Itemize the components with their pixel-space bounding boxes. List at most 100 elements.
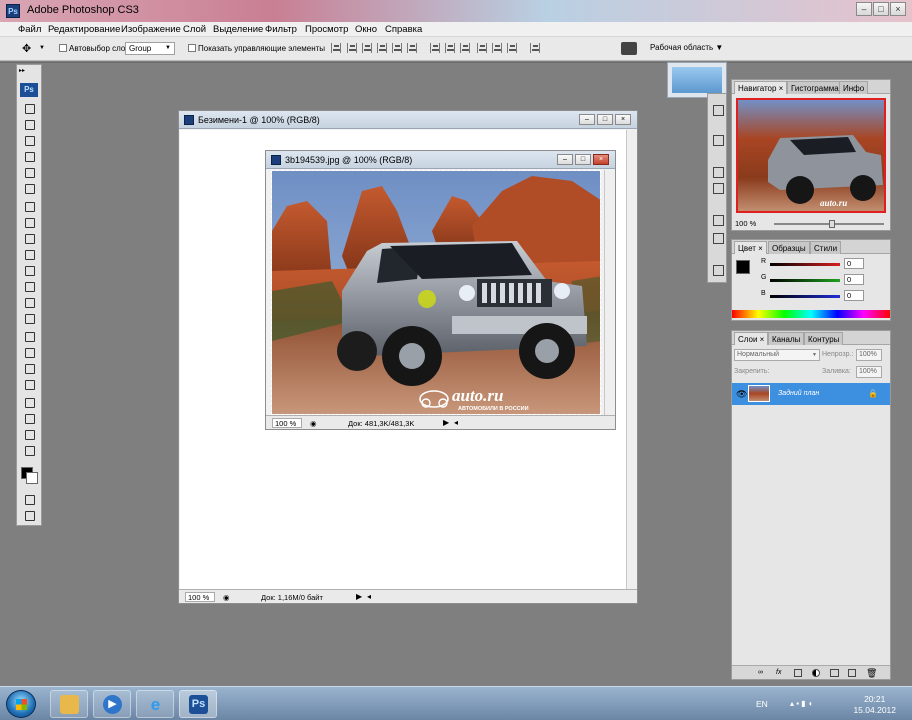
eyedropper-tool-icon[interactable] xyxy=(23,412,35,424)
navigator-zoom[interactable]: 100 % xyxy=(735,219,756,228)
clone-stamp-tool-icon[interactable] xyxy=(23,232,35,244)
move-tool-icon[interactable] xyxy=(23,102,35,114)
status-menu-arrow-icon[interactable]: ▶ xyxy=(443,418,449,427)
photoshop-app-icon[interactable]: Ps xyxy=(6,4,20,18)
menu-filter[interactable]: Фильтр xyxy=(265,24,297,35)
vertical-scrollbar[interactable] xyxy=(626,130,636,590)
document-title-bar[interactable]: Безимени-1 @ 100% (RGB/8) – □ × xyxy=(179,111,637,129)
navigator-slider-thumb[interactable] xyxy=(829,220,835,228)
menu-image[interactable]: Изображение xyxy=(121,24,181,35)
tab-info[interactable]: Инфо xyxy=(839,81,869,94)
opacity-field[interactable]: 100% xyxy=(856,349,882,361)
doc-maximize-button[interactable]: □ xyxy=(575,154,591,165)
clone-source-icon[interactable] xyxy=(712,166,724,178)
distribute-right-icon[interactable] xyxy=(507,43,517,53)
status-menu-arrow-icon[interactable]: ▶ xyxy=(356,592,362,601)
align-left-icon[interactable] xyxy=(377,43,387,53)
align-bottom-icon[interactable] xyxy=(362,43,372,53)
menu-help[interactable]: Справка xyxy=(385,24,422,35)
vertical-scrollbar[interactable] xyxy=(604,170,614,415)
navigator-preview[interactable]: auto.ru xyxy=(736,98,886,213)
hand-tool-icon[interactable] xyxy=(23,428,35,440)
menu-file[interactable]: Файл xyxy=(18,24,41,35)
auto-select-checkbox[interactable] xyxy=(59,44,67,52)
close-button[interactable]: × xyxy=(890,2,906,16)
tab-navigator[interactable]: Навигатор × xyxy=(734,81,788,94)
zoom-tool-icon[interactable] xyxy=(23,444,35,456)
taskbar-internet-explorer[interactable]: e xyxy=(136,690,174,718)
menu-layer[interactable]: Слой xyxy=(183,24,206,35)
healing-brush-tool-icon[interactable] xyxy=(23,200,35,212)
screen-mode-icon[interactable] xyxy=(23,509,35,521)
menu-select[interactable]: Выделение xyxy=(213,24,263,35)
zoom-field[interactable]: 100 % xyxy=(185,592,215,602)
document-title-bar[interactable]: 3b194539.jpg @ 100% (RGB/8) – □ × xyxy=(266,151,615,169)
auto-select-dropdown[interactable]: Group ▼ xyxy=(125,42,175,55)
delete-layer-icon[interactable]: 🗑 xyxy=(866,668,877,679)
distribute-bottom-icon[interactable] xyxy=(460,43,470,53)
fill-field[interactable]: 100% xyxy=(856,366,882,378)
quick-mask-icon[interactable] xyxy=(23,493,35,505)
distribute-left-icon[interactable] xyxy=(477,43,487,53)
link-layers-icon[interactable]: ∞ xyxy=(758,669,763,676)
doc-maximize-button[interactable]: □ xyxy=(597,114,613,125)
move-tool-icon[interactable]: ✥ xyxy=(22,42,38,56)
menu-window[interactable]: Окно xyxy=(355,24,377,35)
layer-mask-icon[interactable] xyxy=(794,669,802,677)
system-clock[interactable]: 20:21 15.04.2012 xyxy=(853,694,896,716)
lasso-tool-icon[interactable] xyxy=(23,134,35,146)
notes-tool-icon[interactable] xyxy=(23,396,35,408)
adjustment-layer-icon[interactable] xyxy=(812,669,820,677)
scroll-left-icon[interactable]: ◂ xyxy=(454,418,458,427)
start-button[interactable] xyxy=(6,690,36,718)
background-color-swatch[interactable] xyxy=(26,472,38,484)
menu-view[interactable]: Просмотр xyxy=(305,24,348,35)
layer-row-background[interactable]: 👁 Задний план 🔒 xyxy=(732,383,890,405)
menu-edit[interactable]: Редактирование xyxy=(48,24,120,35)
channel-r-slider[interactable] xyxy=(770,263,840,266)
align-hcenter-icon[interactable] xyxy=(392,43,402,53)
layer-name[interactable]: Задний план xyxy=(778,390,819,397)
pen-tool-icon[interactable] xyxy=(23,330,35,342)
workspace-menu[interactable]: Рабочая область ▼ xyxy=(650,43,723,52)
bridge-icon[interactable] xyxy=(621,42,637,55)
channel-g-slider[interactable] xyxy=(770,279,840,282)
actions-palette-icon[interactable] xyxy=(712,104,724,116)
brushes-palette-icon[interactable] xyxy=(712,182,724,194)
shape-tool-icon[interactable] xyxy=(23,378,35,390)
document-window-photo[interactable]: 3b194539.jpg @ 100% (RGB/8) – □ × auto.r… xyxy=(265,150,616,430)
crop-tool-icon[interactable] xyxy=(23,166,35,178)
magic-wand-tool-icon[interactable] xyxy=(23,150,35,162)
dodge-tool-icon[interactable] xyxy=(23,312,35,324)
tool-preset-chevron-icon[interactable]: ▼ xyxy=(39,45,45,51)
photo-canvas[interactable]: auto.ru АВТОМОБИЛИ В РОССИИ xyxy=(271,170,601,415)
distribute-top-icon[interactable] xyxy=(430,43,440,53)
marquee-tool-icon[interactable] xyxy=(23,118,35,130)
navigator-zoom-slider[interactable] xyxy=(774,220,884,228)
tab-styles[interactable]: Стили xyxy=(810,241,842,254)
maximize-button[interactable]: □ xyxy=(873,2,889,16)
distribute-vcenter-icon[interactable] xyxy=(445,43,455,53)
doc-minimize-button[interactable]: – xyxy=(579,114,595,125)
type-tool-icon[interactable] xyxy=(23,346,35,358)
taskbar-photoshop[interactable]: Ps xyxy=(179,690,217,718)
language-indicator[interactable]: EN xyxy=(756,699,768,709)
align-right-icon[interactable] xyxy=(407,43,417,53)
align-vcenter-icon[interactable] xyxy=(347,43,357,53)
color-spectrum-bar[interactable] xyxy=(732,310,890,318)
doc-close-button[interactable]: × xyxy=(593,154,609,165)
tab-paths[interactable]: Контуры xyxy=(804,332,844,345)
distribute-hcenter-icon[interactable] xyxy=(492,43,502,53)
gradient-tool-icon[interactable] xyxy=(23,280,35,292)
toolbox-collapse-icon[interactable]: ▸▸ xyxy=(19,67,25,74)
align-top-icon[interactable] xyxy=(331,43,341,53)
auto-align-icon[interactable] xyxy=(530,43,540,53)
zoom-field[interactable]: 100 % xyxy=(272,418,302,428)
doc-close-button[interactable]: × xyxy=(615,114,631,125)
layer-style-icon[interactable]: fx xyxy=(776,669,781,676)
channel-r-value[interactable]: 0 xyxy=(844,258,864,269)
layer-visibility-eye-icon[interactable]: 👁 xyxy=(736,389,747,400)
channel-b-value[interactable]: 0 xyxy=(844,290,864,301)
new-layer-icon[interactable] xyxy=(848,669,856,677)
status-info-icon[interactable]: ◉ xyxy=(223,593,230,602)
